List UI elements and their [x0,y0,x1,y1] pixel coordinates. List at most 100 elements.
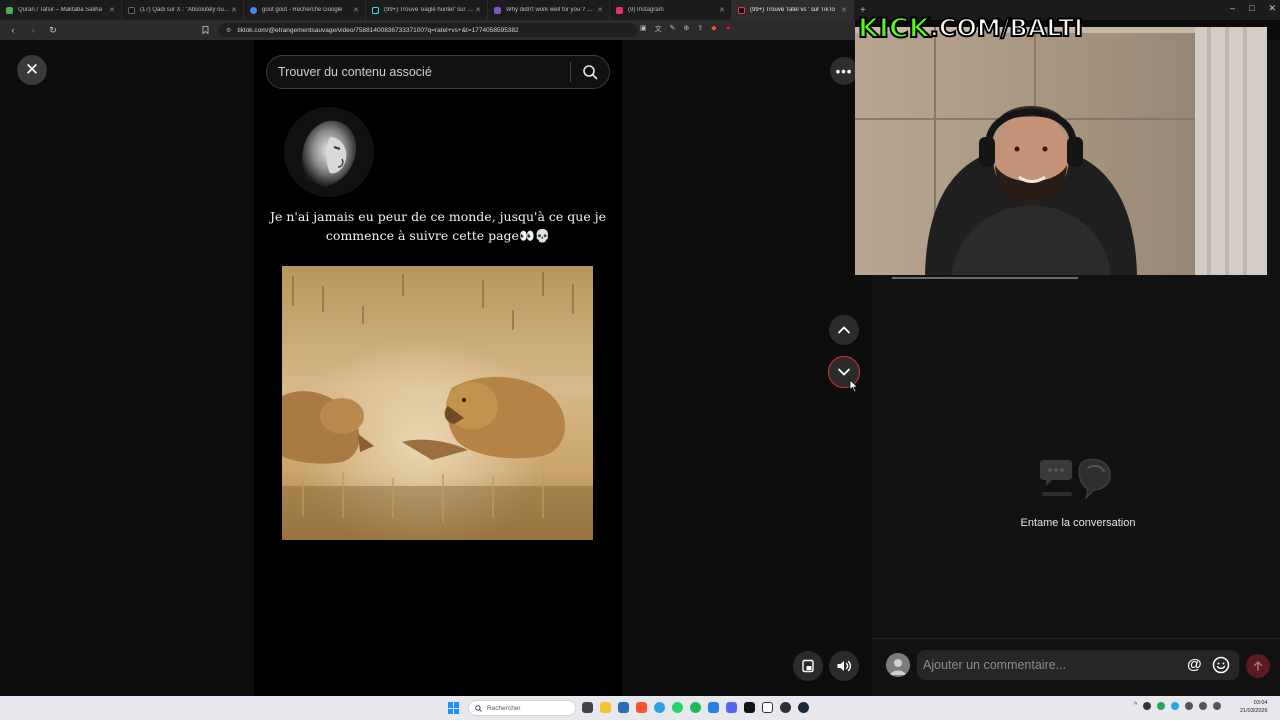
chat-bubbles-icon [1040,458,1111,500]
related-search-bar[interactable]: Trouver du contenu associé [266,55,610,89]
emoji-icon[interactable] [1212,656,1230,674]
spotify-icon[interactable] [690,702,701,713]
reload-icon[interactable]: ↻ [46,25,60,36]
instagram-logo-icon [616,6,623,14]
brave-browser-icon[interactable] [636,702,647,713]
browser-tab[interactable]: Quran / Tafsir – Maktaba Saliha ✕ [0,0,122,20]
chevron-down-icon [838,368,850,376]
arrow-up-icon [1253,661,1263,671]
minimize-icon[interactable]: – [1230,3,1235,14]
previous-video-button[interactable] [829,315,859,345]
tab-title: (99+) Trouve 'eagle hunter' sur TikTok [384,7,476,13]
brave-rewards-icon[interactable]: ▲ [725,24,732,34]
close-viewer-button[interactable]: ✕ [17,55,47,85]
whatsapp-icon[interactable] [672,702,683,713]
streamer-webcam [855,27,1267,275]
capcut-icon[interactable] [744,702,755,713]
system-tray: ^ [1134,702,1222,710]
tab-close-icon[interactable]: ✕ [109,6,115,14]
tab-close-icon[interactable]: ✕ [719,6,725,14]
zoom-icon[interactable]: ⊕ [684,24,690,34]
steam-icon[interactable] [798,702,809,713]
panel-divider-line [892,277,1078,279]
edit-icon[interactable]: ✎ [670,24,676,34]
tab-favicon-icon [494,6,501,14]
picture-in-picture-button[interactable] [793,651,823,681]
browser-tab[interactable]: Why didn't work well for you ? Whe ✕ [488,0,610,20]
volume-button[interactable] [829,651,859,681]
volume-tray-icon[interactable] [1199,702,1208,710]
kick-logo-text: KICK [857,12,931,45]
tab-favicon-icon [6,6,13,14]
taskbar-search[interactable]: Rechercher [468,700,576,716]
video-caption: Je n'ai jamais eu peur de ce monde, jusq… [270,209,606,243]
maximize-icon[interactable]: □ [1249,3,1254,14]
bookmark-icon[interactable] [202,26,209,34]
volume-icon [837,660,852,672]
system-clock[interactable]: 03:04 21/03/2026 [1240,699,1268,715]
windows-start-icon[interactable] [448,702,460,714]
kick-channel-banner: KICK .COM/BALTI [857,11,1084,45]
close-window-icon[interactable]: ✕ [1268,3,1276,14]
task-view-icon[interactable] [582,702,593,713]
obs-icon[interactable] [780,702,791,713]
close-icon: ✕ [24,60,40,79]
tab-close-icon[interactable]: ✕ [841,6,847,14]
chevron-up-icon [838,326,850,334]
tab-close-icon[interactable]: ✕ [353,6,359,14]
tab-title: (17) Qadi sur X : "Absolutely outrage [140,7,232,13]
site-settings-icon[interactable]: ⚙ [226,27,231,34]
file-explorer-icon[interactable] [600,702,611,713]
x-logo-icon [128,6,135,14]
tab-close-icon[interactable]: ✕ [597,6,603,14]
mouse-cursor-icon [849,379,859,393]
tray-app-icon[interactable] [1143,702,1152,710]
reader-mode-icon[interactable]: ▣ [640,24,647,34]
tray-app-icon[interactable] [1171,702,1180,710]
search-icon[interactable] [571,64,609,80]
telegram-icon[interactable] [654,702,665,713]
kick-channel-text: .COM/BALTI [929,13,1084,43]
browser-tab[interactable]: (9) Instagram ✕ [610,0,732,20]
browser-tab[interactable]: (99+) Trouve 'eagle hunter' sur TikTok ✕ [366,0,488,20]
address-bar-actions: ▣ 文 ✎ ⊕ ⇪ ◆ ▲ [640,24,732,34]
more-options-button[interactable]: ••• [830,57,858,85]
more-icon: ••• [835,63,853,79]
tray-chevron-icon[interactable]: ^ [1134,702,1137,710]
notion-icon[interactable] [762,702,773,713]
comments-empty-state: Entame la conversation [1020,517,1136,529]
translate-icon[interactable]: 文 [655,24,662,34]
browser-tab-active[interactable]: (99+) Trouve 'ratel vs ' sur TikTo ✕ [732,0,854,20]
video-player[interactable] [282,266,593,540]
user-avatar[interactable] [886,653,910,677]
discord-icon[interactable] [726,702,737,713]
taskbar-search-placeholder: Rechercher [487,704,521,712]
app-icon[interactable] [708,702,719,713]
clock-time: 03:04 [1253,700,1268,706]
tab-title: (9) Instagram [628,7,664,13]
forward-icon[interactable]: › [26,25,40,35]
browser-tab[interactable]: gout gout - Recherche Google ✕ [244,0,366,20]
send-comment-button[interactable] [1246,654,1270,678]
tab-close-icon[interactable]: ✕ [231,6,237,14]
brave-shield-icon[interactable]: ◆ [711,24,716,34]
tray-app-icon[interactable] [1157,702,1166,710]
share-icon[interactable]: ⇪ [697,24,703,34]
clock-date: 21/03/2026 [1240,708,1268,714]
mention-icon[interactable]: @ [1187,656,1202,673]
lion-logo-image [284,107,374,197]
url-text: tiktok.com/@etrangementsauvage/video/758… [237,26,519,34]
app-icon[interactable] [618,702,629,713]
tab-title: gout gout - Recherche Google [262,7,343,13]
tab-title: Why didn't work well for you ? Whe [506,7,598,13]
tiktok-logo-icon [372,6,379,14]
related-search-input[interactable]: Trouver du contenu associé [267,65,570,79]
tab-close-icon[interactable]: ✕ [475,6,481,14]
battery-icon[interactable] [1213,702,1222,710]
google-logo-icon [250,6,257,14]
back-icon[interactable]: ‹ [6,25,20,35]
window-controls: – □ ✕ [1230,3,1276,14]
browser-tab[interactable]: (17) Qadi sur X : "Absolutely outrage ✕ [122,0,244,20]
wifi-icon[interactable] [1185,702,1194,710]
url-field[interactable]: ⚙ tiktok.com/@etrangementsauvage/video/7… [218,23,638,37]
